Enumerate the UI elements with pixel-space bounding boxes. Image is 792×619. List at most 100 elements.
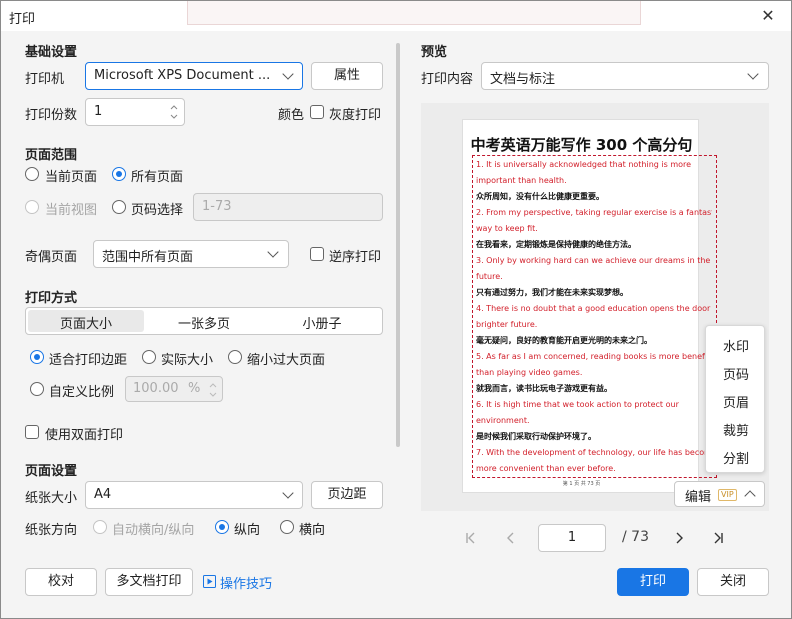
auto-orient-label: 自动横向/纵向 [112, 523, 195, 538]
page-select-input[interactable]: 1-73 [193, 193, 383, 221]
doc-line: 就我而言，读书比玩电子游戏更有益。 [476, 384, 612, 393]
doc-line: future. [476, 272, 503, 281]
menu-item-page-number[interactable]: 页码 [706, 364, 766, 383]
edit-button[interactable]: 编辑 VIP [674, 481, 765, 507]
print-button[interactable]: 打印 [617, 568, 689, 596]
doc-line: brighter future. [476, 320, 538, 329]
paper-size-select[interactable]: A4 [85, 481, 303, 509]
orientation-label: 纸张方向 [25, 523, 78, 538]
properties-button[interactable]: 属性 [311, 62, 383, 90]
settings-scrollbar[interactable] [396, 43, 400, 447]
close-button[interactable]: 关闭 [697, 568, 769, 596]
doc-line: more convenient than ever before. [476, 464, 616, 473]
custom-scale-label: 自定义比例 [49, 385, 115, 400]
vip-badge: VIP [718, 489, 737, 501]
prev-page-icon[interactable] [504, 531, 518, 545]
doc-line: 众所周知，没有什么比健康更重要。 [476, 192, 604, 201]
duplex-checkbox[interactable] [25, 425, 39, 439]
next-page-icon[interactable] [672, 531, 686, 545]
landscape-label: 横向 [299, 523, 326, 538]
chevron-down-icon [267, 246, 279, 258]
reverse-print-label: 逆序打印 [329, 250, 382, 265]
menu-item-crop[interactable]: 裁剪 [706, 420, 766, 439]
grayscale-checkbox[interactable] [310, 105, 324, 119]
printer-select-value: Microsoft XPS Document ... [94, 68, 271, 83]
print-content-label: 打印内容 [421, 72, 474, 87]
duplex-label: 使用双面打印 [45, 428, 124, 443]
doc-line: 5. As far as I am concerned, reading boo… [476, 352, 712, 361]
preview-page: 中考英语万能写作 300 个高分句 1. It is universally a… [462, 119, 717, 493]
current-page-label: 当前页面 [45, 170, 98, 185]
all-pages-label: 所有页面 [131, 170, 184, 185]
actual-size-radio[interactable] [142, 350, 156, 364]
copies-label: 打印份数 [25, 108, 78, 123]
custom-scale-radio[interactable] [30, 382, 44, 396]
portrait-label: 纵向 [234, 523, 261, 538]
play-tutorial-icon[interactable] [203, 575, 216, 588]
fit-margin-radio[interactable] [30, 350, 44, 364]
print-mode-heading: 打印方式 [25, 291, 78, 306]
copies-value: 1 [94, 104, 103, 119]
page-select-value: 1-73 [202, 199, 232, 214]
odd-even-select[interactable]: 范围中所有页面 [93, 240, 289, 268]
shrink-large-radio[interactable] [228, 350, 242, 364]
page-setup-heading: 页面设置 [25, 464, 78, 479]
reverse-print-checkbox[interactable] [310, 247, 324, 261]
landscape-radio[interactable] [280, 520, 294, 534]
stepper-arrows-icon[interactable] [208, 380, 218, 400]
total-pages: / 73 [622, 529, 649, 545]
auto-orient-radio[interactable] [93, 520, 107, 534]
all-pages-radio[interactable] [112, 167, 126, 181]
chevron-down-icon [747, 68, 759, 80]
fit-margin-label: 适合打印边距 [49, 353, 128, 368]
page-number-input[interactable]: 1 [538, 524, 606, 552]
margins-button[interactable]: 页边距 [311, 481, 383, 509]
last-page-icon[interactable] [711, 531, 725, 545]
close-icon[interactable]: ✕ [745, 1, 791, 31]
tab-page-size[interactable]: 页面大小 [28, 310, 144, 332]
tab-booklet[interactable]: 小册子 [264, 313, 380, 332]
copies-stepper[interactable]: 1 [85, 98, 185, 126]
odd-even-value: 范围中所有页面 [102, 250, 194, 265]
portrait-radio[interactable] [215, 520, 229, 534]
doc-line: 7. With the development of technology, o… [476, 448, 712, 457]
print-content-value: 文档与标注 [490, 72, 556, 87]
proof-button[interactable]: 校对 [25, 568, 97, 596]
actual-size-label: 实际大小 [161, 353, 214, 368]
page-select-radio[interactable] [112, 200, 126, 214]
custom-scale-input[interactable]: 100.00 % [125, 376, 223, 402]
menu-item-header[interactable]: 页眉 [706, 392, 766, 411]
doc-line: than playing video games. [476, 368, 583, 377]
stepper-arrows-icon[interactable] [169, 102, 179, 122]
doc-title: 中考英语万能写作 300 个高分句 [470, 136, 693, 154]
doc-line: 只有通过努力，我们才能在未来实现梦想。 [476, 288, 628, 297]
doc-line: way to keep fit. [476, 224, 538, 233]
print-content-select[interactable]: 文档与标注 [481, 62, 769, 90]
tab-multi-page[interactable]: 一张多页 [146, 313, 262, 332]
doc-line: 1. It is universally acknowledged that n… [476, 160, 692, 169]
chevron-down-icon [282, 487, 294, 499]
first-page-icon[interactable] [464, 531, 478, 545]
current-view-label: 当前视图 [45, 203, 98, 218]
chevron-down-icon [282, 68, 294, 80]
printer-label: 打印机 [25, 72, 65, 87]
doc-line: 是时候我们采取行动保护环境了。 [476, 432, 596, 441]
print-mode-tabs: 页面大小 一张多页 小册子 [25, 307, 383, 335]
doc-line: 4. There is no doubt that a good educati… [476, 304, 712, 313]
menu-item-split[interactable]: 分割 [706, 448, 766, 467]
window-title: 打印 [9, 12, 36, 27]
scale-value: 100.00 [133, 381, 179, 396]
menu-item-watermark[interactable]: 水印 [706, 336, 766, 355]
doc-line: 在我看来，定期锻炼是保持健康的绝佳方法。 [476, 240, 636, 249]
multi-doc-print-button[interactable]: 多文档打印 [105, 568, 193, 596]
paper-size-label: 纸张大小 [25, 491, 78, 506]
page-footer: 第 1 页 共 73 页 [562, 481, 601, 487]
tips-link[interactable]: 操作技巧 [220, 573, 272, 592]
print-dialog: 打印 ✕ 基础设置 打印机 Microsoft XPS Document ...… [0, 0, 792, 619]
doc-line: 2. From my perspective, taking regular e… [476, 208, 712, 217]
printer-select[interactable]: Microsoft XPS Document ... [85, 62, 303, 90]
current-page-radio[interactable] [25, 167, 39, 181]
current-view-radio[interactable] [25, 200, 39, 214]
current-page-value: 1 [567, 530, 577, 545]
grayscale-label: 灰度打印 [329, 108, 382, 123]
